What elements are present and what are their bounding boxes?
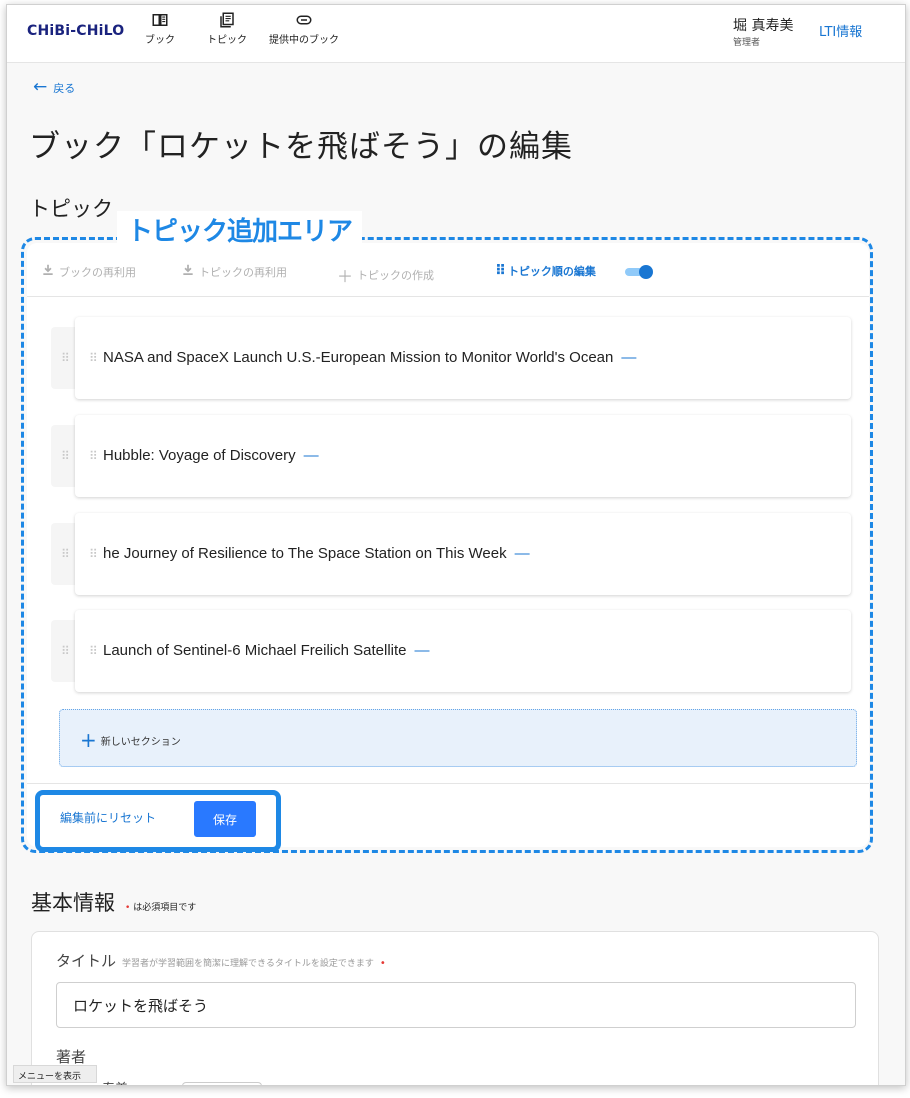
back-label: 戻る [53, 81, 76, 95]
topic-row[interactable]: ⠿ ⠿ he Journey of Resilience to The Spac… [51, 513, 851, 597]
title-field-hint: 学習者が学習範囲を簡潔に理解できるタイトルを設定できます [122, 959, 374, 969]
drag-handle-icon[interactable]: ⠿ [61, 547, 70, 561]
topics-panel: ブックの再利用 トピックの再利用 ＋ トピックの作成 ⠿ トピック順の編集 ⠿ … [27, 243, 869, 847]
topic-row[interactable]: ⠿ ⠿ Launch of Sentinel-6 Michael Freilic… [51, 610, 851, 694]
topic-title: Hubble: Voyage of Discovery [103, 447, 296, 464]
reset-button[interactable]: 編集前にリセット [60, 809, 156, 826]
topic-title: NASA and SpaceX Launch U.S.-European Mis… [103, 349, 614, 366]
edit-topic-order-button[interactable]: ⠿ トピック順の編集 [495, 263, 596, 279]
edit-order-toggle[interactable] [625, 265, 655, 279]
user-menu[interactable]: 堀 真寿美 管理者 [733, 15, 793, 48]
nav-released-books-label: 提供中のブック [269, 35, 339, 46]
nav-topic-label: トピック [207, 35, 247, 46]
user-role: 管理者 [733, 38, 761, 48]
topic-add-area-label: トピック追加エリア [117, 211, 363, 248]
topic-card[interactable]: ⠿ Hubble: Voyage of Discovery — [75, 415, 851, 497]
drag-handle-icon[interactable]: ⠿ [61, 351, 70, 365]
topic-title-wrap: NASA and SpaceX Launch U.S.-European Mis… [103, 349, 636, 366]
page-title: ブック「ロケットを飛ばそう」の編集 [29, 129, 573, 165]
required-note-text: は必須項目です [133, 903, 197, 913]
new-section-content: + 新しいセクション [80, 730, 181, 750]
collapse-icon[interactable]: — [621, 349, 636, 366]
topic-title: he Journey of Resilience to The Space St… [103, 545, 507, 562]
collapse-icon[interactable]: — [304, 447, 319, 464]
topics-toolbar: ブックの再利用 トピックの再利用 ＋ トピックの作成 ⠿ トピック順の編集 [27, 243, 869, 297]
author-label: 著者 [56, 1048, 87, 1066]
download-icon [181, 263, 195, 280]
author-value: 寿美 [102, 1078, 128, 1085]
link-icon [296, 15, 312, 25]
author-select[interactable] [182, 1082, 262, 1085]
drag-handle-icon[interactable]: ⠿ [89, 449, 98, 463]
action-buttons-highlight: 編集前にリセット 保存 [35, 790, 281, 852]
required-star: • [125, 903, 131, 913]
drag-handle-icon[interactable]: ⠿ [89, 547, 98, 561]
drag-handle-icon[interactable]: ⠿ [61, 449, 70, 463]
lti-info-link[interactable]: LTI情報 [819, 21, 862, 40]
topic-title-wrap: he Journey of Resilience to The Space St… [103, 545, 530, 562]
topic-title-wrap: Launch of Sentinel-6 Michael Freilich Sa… [103, 642, 430, 659]
back-link[interactable]: ← 戻る [33, 79, 75, 96]
show-menu-button[interactable]: メニューを表示 [13, 1065, 97, 1083]
topic-row[interactable]: ⠿ ⠿ NASA and SpaceX Launch U.S.-European… [51, 317, 851, 401]
required-star: • [379, 958, 386, 969]
title-input[interactable] [56, 982, 856, 1028]
collapse-icon[interactable]: — [415, 642, 430, 659]
reuse-book-label: ブックの再利用 [59, 265, 136, 279]
drag-handle-icon[interactable]: ⠿ [89, 644, 98, 658]
topic-card[interactable]: ⠿ he Journey of Resilience to The Space … [75, 513, 851, 595]
create-topic-button[interactable]: ＋ トピックの作成 [337, 263, 434, 287]
required-note: • は必須項目です [125, 900, 196, 913]
download-icon [41, 263, 55, 280]
new-section-dropzone[interactable]: + 新しいセクション [59, 709, 857, 767]
reuse-book-button[interactable]: ブックの再利用 [41, 263, 136, 280]
save-button[interactable]: 保存 [194, 801, 256, 837]
reuse-topic-label: トピックの再利用 [199, 265, 287, 279]
book-icon [152, 14, 168, 26]
app-window: CHiBi-CHiLO ブック トピック 提供中のブック 堀 真寿美 管理者 L… [6, 4, 906, 1086]
drag-handle-icon: ⠿ [495, 263, 506, 279]
plus-icon: ＋ [337, 267, 354, 286]
user-name: 堀 真寿美 [733, 18, 794, 34]
drag-handle-icon[interactable]: ⠿ [61, 644, 70, 658]
plus-icon: + [80, 728, 97, 752]
topic-card[interactable]: ⠿ NASA and SpaceX Launch U.S.-European M… [75, 317, 851, 399]
title-field-label-wrap: タイトル 学習者が学習範囲を簡潔に理解できるタイトルを設定できます • [56, 950, 386, 971]
nav-book-label: ブック [145, 35, 175, 46]
divider [27, 783, 869, 784]
basic-info-card: タイトル 学習者が学習範囲を簡潔に理解できるタイトルを設定できます • 著者 寿… [31, 931, 879, 1085]
nav-book[interactable]: ブック [145, 11, 175, 46]
app-header: CHiBi-CHiLO ブック トピック 提供中のブック 堀 真寿美 管理者 L… [7, 5, 905, 63]
app-logo[interactable]: CHiBi-CHiLO [27, 23, 124, 39]
nav-released-books[interactable]: 提供中のブック [269, 11, 339, 46]
topic-icon [220, 12, 234, 28]
basic-info-title-wrap: 基本情報 • は必須項目です [31, 887, 196, 917]
title-field-label: タイトル [56, 952, 117, 970]
basic-info-title: 基本情報 [31, 891, 115, 915]
topic-card[interactable]: ⠿ Launch of Sentinel-6 Michael Freilich … [75, 610, 851, 692]
edit-order-label: トピック順の編集 [507, 265, 596, 278]
arrow-left-icon: ← [33, 77, 48, 97]
collapse-icon[interactable]: — [515, 545, 530, 562]
drag-handle-icon[interactable]: ⠿ [89, 351, 98, 365]
topics-section-title: トピック [29, 197, 113, 221]
create-topic-label: トピックの作成 [357, 269, 435, 282]
topic-title-wrap: Hubble: Voyage of Discovery — [103, 447, 319, 464]
nav-topic[interactable]: トピック [207, 11, 247, 46]
toggle-knob [639, 265, 653, 279]
topic-title: Launch of Sentinel-6 Michael Freilich Sa… [103, 642, 407, 659]
topic-row[interactable]: ⠿ ⠿ Hubble: Voyage of Discovery — [51, 415, 851, 499]
new-section-label: 新しいセクション [100, 736, 181, 748]
reuse-topic-button[interactable]: トピックの再利用 [181, 263, 287, 280]
